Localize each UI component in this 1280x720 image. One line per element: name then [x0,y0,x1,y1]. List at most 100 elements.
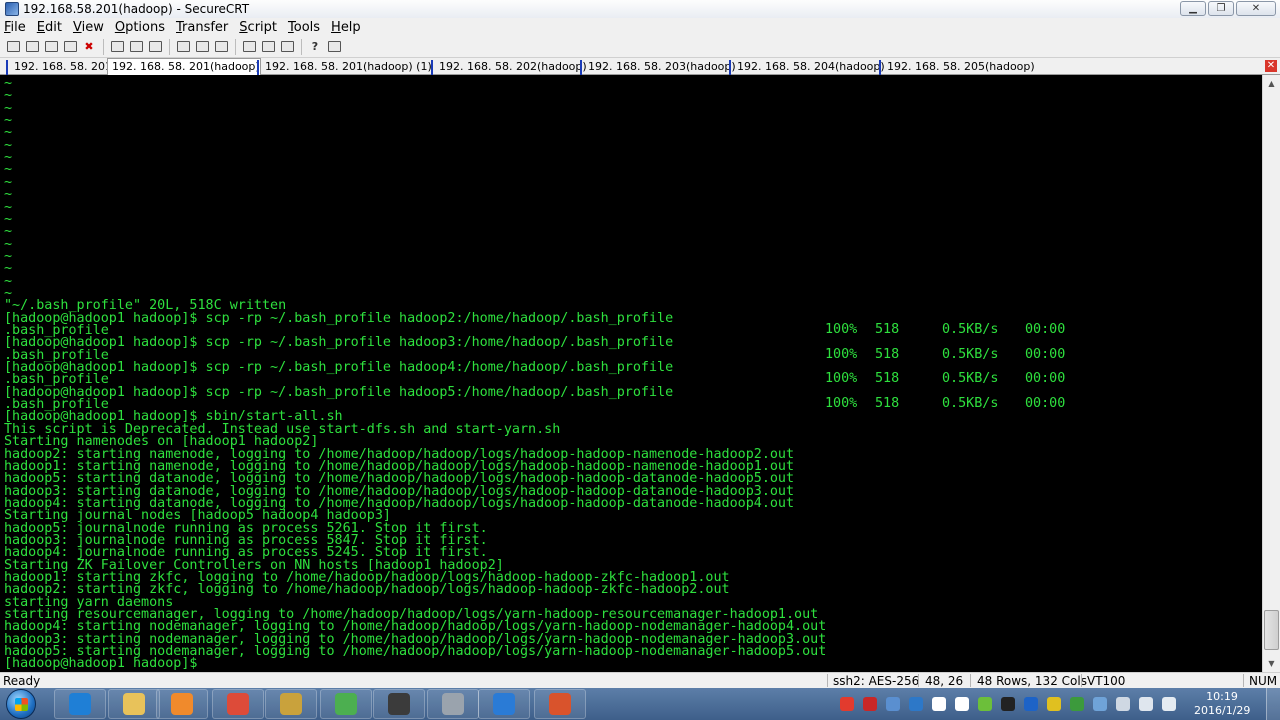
help-icon[interactable]: ? [307,39,323,55]
refresh-app-icon [335,693,357,715]
transfer-rate: 0.5KB/s [942,346,999,362]
terminal-screen[interactable]: ~ ~ ~ ~ ~ ~ ~ ~ ~ ~ ~ ~ ~ ~ ~ ~ ~ ~ "~/.bash_profile" 20L,… [0,75,1262,672]
lock-app-icon [388,693,410,715]
network-tool-taskbar-button[interactable] [265,689,317,719]
status-terminal-size: 48 Rows, 132 Cols [977,674,1087,688]
menu-transfer[interactable]: Transfer [176,20,228,35]
transfer-percent: 100% [825,371,858,387]
close-tab-icon[interactable]: ✕ [1265,60,1277,72]
menu-help[interactable]: Help [331,20,361,35]
game-app-taskbar-button[interactable] [534,689,586,719]
windows-taskbar: 10:19 2016/1/29 [0,688,1280,720]
connect-tab-icon[interactable] [43,39,59,55]
terminal-scrollbar[interactable]: ▲ ▼ [1262,75,1280,672]
input-method-icon[interactable] [840,697,854,711]
transfer-size: 518 [875,396,900,412]
securecrt-app-icon [493,693,515,715]
session-tab-strip: ✕ 192. 168. 58. 201 192. 168. 58. 201(had… [0,58,1280,75]
status-emulation: VT100 [1087,674,1126,688]
title-bar: 192.168.58.201(hadoop) - SecureCRT ▁ ❐ ✕ [0,0,1280,18]
status-bar: Ready ssh2: AES-256 48, 26 48 Rows, 132 … [0,672,1280,688]
transfer-rate: 0.5KB/s [942,322,999,337]
session-tab[interactable]: 192. 168. 58. 205(hadoop) [879,60,1035,75]
reconnect-icon[interactable] [62,39,78,55]
scroll-up-icon[interactable]: ▲ [1263,75,1280,92]
transfer-size: 518 [875,346,900,362]
menu-edit[interactable]: Edit [37,20,62,35]
menu-file[interactable]: File [4,20,26,35]
print-screen-icon[interactable] [213,39,229,55]
session-tab[interactable]: 192. 168. 58. 204(hadoop) [729,60,885,75]
chrome-taskbar-button[interactable] [212,689,264,719]
transfer-time: 00:00 [1025,346,1066,362]
monitor-icon[interactable] [1093,697,1107,711]
network-share-icon[interactable] [886,697,900,711]
start-button[interactable] [6,689,36,719]
transfer-size: 518 [875,322,900,337]
file-explorer-taskbar-button[interactable] [108,689,160,719]
menu-view[interactable]: View [73,20,104,35]
disconnect-icon[interactable]: ✖ [81,39,97,55]
paste-icon[interactable] [128,39,144,55]
terminal-line: [hadoop@hadoop1 hadoop]$ [4,656,198,672]
file-explorer-icon [123,693,145,715]
scrollbar-thumb[interactable] [1264,610,1279,650]
log-icon[interactable] [326,39,342,55]
quick-connect-icon[interactable] [24,39,40,55]
signal-icon[interactable] [1162,697,1176,711]
media-player-icon [171,693,193,715]
session-tab[interactable]: 192. 168. 58. 202(hadoop) [431,60,587,75]
window-controls: ▁ ❐ ✕ [1180,1,1276,16]
taskbar-clock[interactable]: 10:19 2016/1/29 [1194,690,1250,718]
lock-app-taskbar-button[interactable] [373,689,425,719]
menu-tools[interactable]: Tools [288,20,320,35]
shield-icon[interactable] [1070,697,1084,711]
menu-script[interactable]: Script [239,20,277,35]
print-icon[interactable] [194,39,210,55]
clock-date: 2016/1/29 [1194,704,1251,717]
menu-bar: File Edit View Options Transfer Script Tools He… [0,18,1280,36]
media-player-taskbar-button[interactable] [156,689,208,719]
securecrt-app-taskbar-button[interactable] [478,689,530,719]
antivirus-icon[interactable] [863,697,877,711]
qq-icon[interactable] [1001,697,1015,711]
connect-icon[interactable] [5,39,21,55]
update-icon[interactable] [909,697,923,711]
internet-explorer-icon [69,693,91,715]
transfer-time: 00:00 [1025,396,1066,412]
copy-icon[interactable] [109,39,125,55]
keymap-icon[interactable] [279,39,295,55]
internet-explorer-taskbar-button[interactable] [54,689,106,719]
transfer-rate: 0.5KB/s [942,396,999,412]
maximize-button[interactable]: ❐ [1208,1,1234,16]
scroll-down-icon[interactable]: ▼ [1263,655,1280,672]
ball-icon[interactable] [978,697,992,711]
session-tab[interactable]: 192. 168. 58. 201(hadoop) [107,58,261,75]
session-tab[interactable]: 192. 168. 58. 203(hadoop) [580,60,736,75]
camera-icon[interactable] [955,697,969,711]
session-tab[interactable]: 192. 168. 58. 201(hadoop) (1) [257,60,432,75]
refresh-app-taskbar-button[interactable] [320,689,372,719]
bluetooth-icon[interactable] [1024,697,1038,711]
toolbar: ✖? [0,36,1280,58]
speaker-icon[interactable] [1139,697,1153,711]
session-tab[interactable]: 192. 168. 58. 201 [6,60,112,75]
plus-icon[interactable] [1047,697,1061,711]
network-tool-icon [280,693,302,715]
flag-icon[interactable] [1116,697,1130,711]
close-button[interactable]: ✕ [1236,1,1276,16]
status-num-lock: NUM [1249,674,1278,688]
minimize-button[interactable]: ▁ [1180,1,1206,16]
transfer-time: 00:00 [1025,322,1066,337]
menu-options[interactable]: Options [115,20,165,35]
windows-flag-icon[interactable] [932,697,946,711]
global-options-icon[interactable] [260,39,276,55]
show-desktop-button[interactable] [1266,688,1280,720]
session-options-icon[interactable] [241,39,257,55]
status-ready: Ready [3,674,41,688]
terminal-app-taskbar-button[interactable] [427,689,479,719]
find-icon[interactable] [147,39,163,55]
transfer-size: 518 [875,371,900,387]
terminal-app-icon [442,693,464,715]
print-setup-icon[interactable] [175,39,191,55]
